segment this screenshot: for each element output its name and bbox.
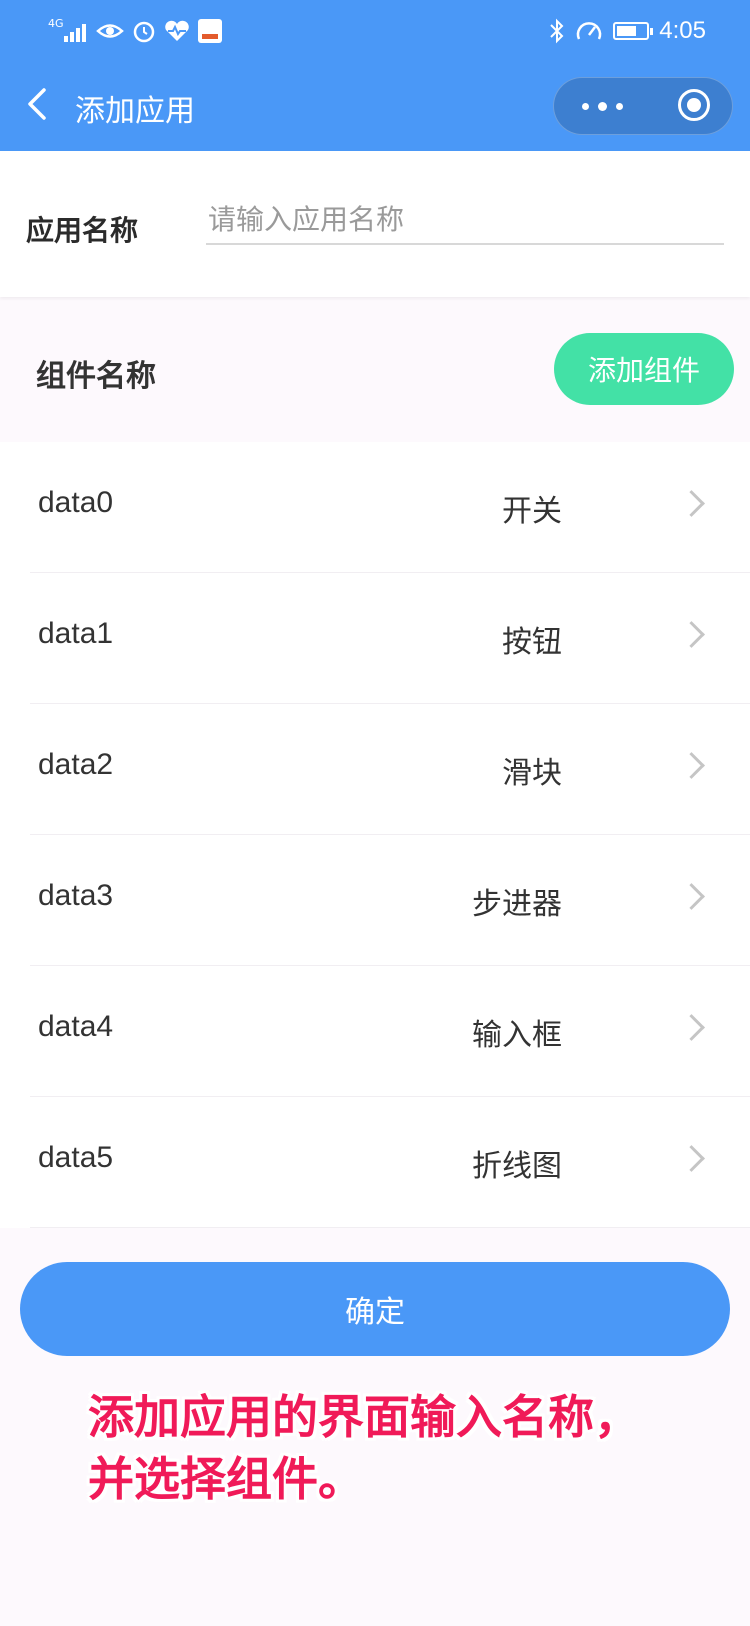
page-title: 添加应用 <box>75 94 195 129</box>
component-list: data0 开关 data1 按钮 data2 滑块 data3 步进器 dat… <box>0 442 750 1228</box>
component-row-1[interactable]: data1 按钮 <box>0 573 750 704</box>
close-icon[interactable] <box>678 89 710 121</box>
app-name-label: 应用名称 <box>26 214 139 247</box>
add-component-button[interactable]: 添加组件 <box>554 333 734 405</box>
annotation-caption: 添加应用的界面输入名称， 并选择组件。 <box>88 1390 640 1506</box>
component-key: data5 <box>38 1141 114 1174</box>
clock: 4:05 <box>659 17 706 44</box>
bluetooth-icon <box>550 18 564 44</box>
status-right: 4:05 <box>549 16 706 46</box>
app-name-input[interactable] <box>206 195 724 245</box>
speed-icon <box>577 22 602 40</box>
chevron-right-icon <box>678 490 705 517</box>
component-type: 步进器 <box>472 887 562 922</box>
signal-icon: 4G <box>48 18 88 44</box>
network-type: 4G <box>48 17 64 30</box>
component-row-0[interactable]: data0 开关 <box>0 442 750 573</box>
component-section-title: 组件名称 <box>36 359 156 394</box>
battery-icon <box>613 22 654 40</box>
chevron-right-icon <box>678 752 705 779</box>
chevron-right-icon <box>678 621 705 648</box>
component-row-4[interactable]: data4 输入框 <box>0 966 750 1097</box>
component-key: data3 <box>38 879 114 912</box>
component-row-3[interactable]: data3 步进器 <box>0 835 750 966</box>
component-key: data1 <box>38 617 114 650</box>
component-type: 输入框 <box>472 1018 562 1053</box>
heart-icon <box>165 20 189 41</box>
component-row-2[interactable]: data2 滑块 <box>0 704 750 835</box>
component-key: data0 <box>38 486 114 519</box>
component-type: 折线图 <box>472 1149 562 1184</box>
chevron-right-icon <box>678 883 705 910</box>
chevron-right-icon <box>678 1145 705 1172</box>
component-row-5[interactable]: data5 折线图 <box>0 1097 750 1228</box>
component-type: 滑块 <box>502 756 562 791</box>
status-left: 4G <box>48 16 222 46</box>
component-type: 开关 <box>502 494 562 529</box>
back-icon[interactable] <box>22 84 52 124</box>
eye-icon <box>96 24 124 38</box>
component-key: data4 <box>38 1010 114 1043</box>
alarm-icon <box>133 21 155 43</box>
confirm-button[interactable]: 确定 <box>20 1262 730 1356</box>
more-icon[interactable] <box>578 94 628 118</box>
component-type: 按钮 <box>502 625 562 660</box>
status-bar: 4G 4:05 <box>0 0 750 62</box>
chevron-right-icon <box>678 1014 705 1041</box>
component-key: data2 <box>38 748 114 781</box>
top-bar: 4G 4:05 添加应用 <box>0 0 750 151</box>
mini-program-capsule <box>553 77 733 135</box>
app-icon <box>198 19 222 43</box>
app-name-section: 应用名称 <box>0 151 750 297</box>
